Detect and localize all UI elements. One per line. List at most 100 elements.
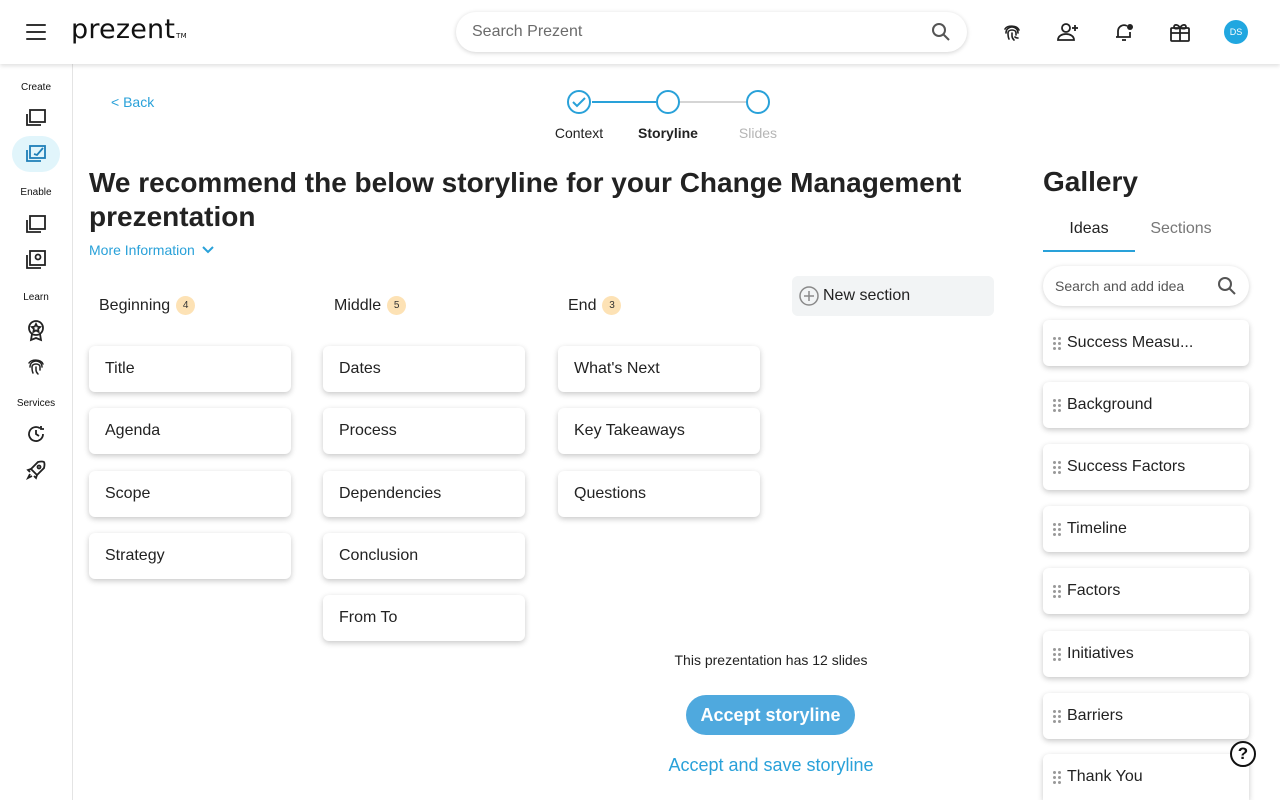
new-section-label: New section (823, 287, 911, 304)
active-tab-indicator (1043, 250, 1135, 252)
fingerprint-icon[interactable] (1000, 20, 1024, 44)
add-user-icon[interactable] (1056, 20, 1080, 44)
global-search[interactable] (456, 12, 967, 52)
section-middle-header[interactable]: Middle 5 (334, 296, 407, 315)
section-count-badge: 3 (602, 296, 622, 315)
notification-bell-icon[interactable] (1112, 20, 1136, 44)
rocket-icon[interactable] (24, 458, 48, 482)
overnight-service-icon[interactable] (24, 422, 48, 446)
idea-label: Timeline (1067, 520, 1127, 537)
idea-label: Barriers (1067, 707, 1124, 724)
gallery-idea-item[interactable]: Timeline (1043, 506, 1249, 552)
slide-count-text: This prezentation has 12 slides (674, 652, 868, 668)
global-search-input[interactable] (472, 23, 931, 41)
section-name: Beginning (99, 296, 171, 314)
gallery-idea-item[interactable]: Factors (1043, 568, 1249, 614)
step-context-circle[interactable] (567, 90, 591, 114)
storyline-card[interactable]: Conclusion (323, 533, 525, 579)
idea-label: Thank You (1067, 768, 1143, 785)
new-section-button[interactable]: New section (792, 276, 994, 316)
accept-storyline-button[interactable]: Accept storyline (686, 695, 855, 735)
more-information-label: More Information (89, 242, 195, 258)
logo-tm: TM (176, 32, 187, 40)
slide-library-icon[interactable] (24, 212, 48, 236)
storyline-card[interactable]: Dependencies (323, 471, 525, 517)
top-header: prezentTM DS (0, 0, 1280, 64)
step-context-label[interactable]: Context (534, 125, 624, 141)
section-end-header[interactable]: End 3 (568, 296, 622, 315)
storyline-card[interactable]: Questions (558, 471, 760, 517)
course-award-icon[interactable] (24, 318, 48, 342)
gallery-title: Gallery (1043, 166, 1138, 197)
gallery-idea-item[interactable]: Barriers (1043, 693, 1249, 739)
idea-search[interactable] (1043, 266, 1249, 306)
gift-icon[interactable] (1168, 20, 1192, 44)
drag-handle-icon[interactable] (1053, 398, 1061, 412)
help-icon[interactable]: ? (1230, 741, 1256, 767)
storyline-card[interactable]: Process (323, 408, 525, 454)
drag-handle-icon[interactable] (1053, 709, 1061, 723)
accept-and-save-link[interactable]: Accept and save storyline (640, 755, 902, 776)
step-slides-label: Slides (738, 125, 778, 141)
back-link[interactable]: < Back (111, 94, 154, 110)
gallery-idea-item[interactable]: Background (1043, 382, 1249, 428)
user-avatar[interactable]: DS (1224, 20, 1248, 44)
page-title: We recommend the below storyline for you… (89, 167, 962, 232)
gallery-idea-item[interactable]: Success Measu... (1043, 320, 1249, 366)
section-count-badge: 5 (387, 296, 407, 315)
step-slides-circle (746, 90, 770, 114)
drag-handle-icon[interactable] (1053, 647, 1061, 661)
idea-label: Initiatives (1067, 645, 1134, 662)
drag-handle-icon[interactable] (1053, 770, 1061, 784)
logo-text: prezent (71, 14, 176, 45)
storyline-card[interactable]: Title (89, 346, 291, 392)
progress-stepper: Context Storyline Slides (540, 88, 800, 148)
idea-label: Background (1067, 396, 1153, 413)
gallery-idea-item[interactable]: Thank You (1043, 754, 1249, 800)
storyline-card[interactable]: Agenda (89, 408, 291, 454)
menu-icon[interactable] (26, 24, 46, 40)
nav-group-services: Services (16, 398, 56, 409)
step-connector-pending (680, 101, 746, 103)
storyline-builder-icon[interactable] (24, 142, 48, 166)
template-library-icon[interactable] (24, 248, 48, 272)
add-circle-icon (799, 286, 819, 306)
side-nav: Create Enable Learn Services (0, 64, 73, 800)
build-slides-icon[interactable] (24, 106, 48, 130)
step-connector-done (592, 101, 656, 103)
section-name: End (568, 296, 597, 314)
drag-handle-icon[interactable] (1053, 460, 1061, 474)
step-storyline-label[interactable]: Storyline (623, 125, 713, 141)
storyline-card[interactable]: Strategy (89, 533, 291, 579)
idea-label: Success Measu... (1067, 334, 1194, 351)
section-count-badge: 4 (176, 296, 196, 315)
nav-group-create: Create (20, 82, 51, 93)
drag-handle-icon[interactable] (1053, 522, 1061, 536)
tab-sections[interactable]: Sections (1135, 220, 1227, 238)
gallery-idea-item[interactable]: Success Factors (1043, 444, 1249, 490)
gallery-idea-item[interactable]: Initiatives (1043, 631, 1249, 677)
idea-label: Factors (1067, 582, 1121, 599)
prezent-logo[interactable]: prezentTM (71, 14, 187, 45)
storyline-card[interactable]: Scope (89, 471, 291, 517)
search-icon[interactable] (1217, 276, 1237, 296)
idea-label: Success Factors (1067, 458, 1186, 475)
section-name: Middle (334, 296, 382, 314)
idea-search-input[interactable] (1055, 278, 1217, 294)
more-information-toggle[interactable]: More Information (89, 242, 215, 258)
check-icon (572, 97, 586, 108)
fingerprint-learn-icon[interactable] (24, 354, 48, 378)
storyline-card[interactable]: What's Next (558, 346, 760, 392)
tab-ideas[interactable]: Ideas (1043, 220, 1135, 238)
chevron-down-icon (202, 246, 214, 254)
step-storyline-circle[interactable] (656, 90, 680, 114)
storyline-card[interactable]: Dates (323, 346, 525, 392)
section-beginning-header[interactable]: Beginning 4 (99, 296, 196, 315)
drag-handle-icon[interactable] (1053, 336, 1061, 350)
storyline-card[interactable]: Key Takeaways (558, 408, 760, 454)
search-icon[interactable] (931, 22, 951, 42)
drag-handle-icon[interactable] (1053, 584, 1061, 598)
nav-group-learn: Learn (23, 292, 49, 303)
nav-group-enable: Enable (20, 187, 52, 198)
storyline-card[interactable]: From To (323, 595, 525, 641)
